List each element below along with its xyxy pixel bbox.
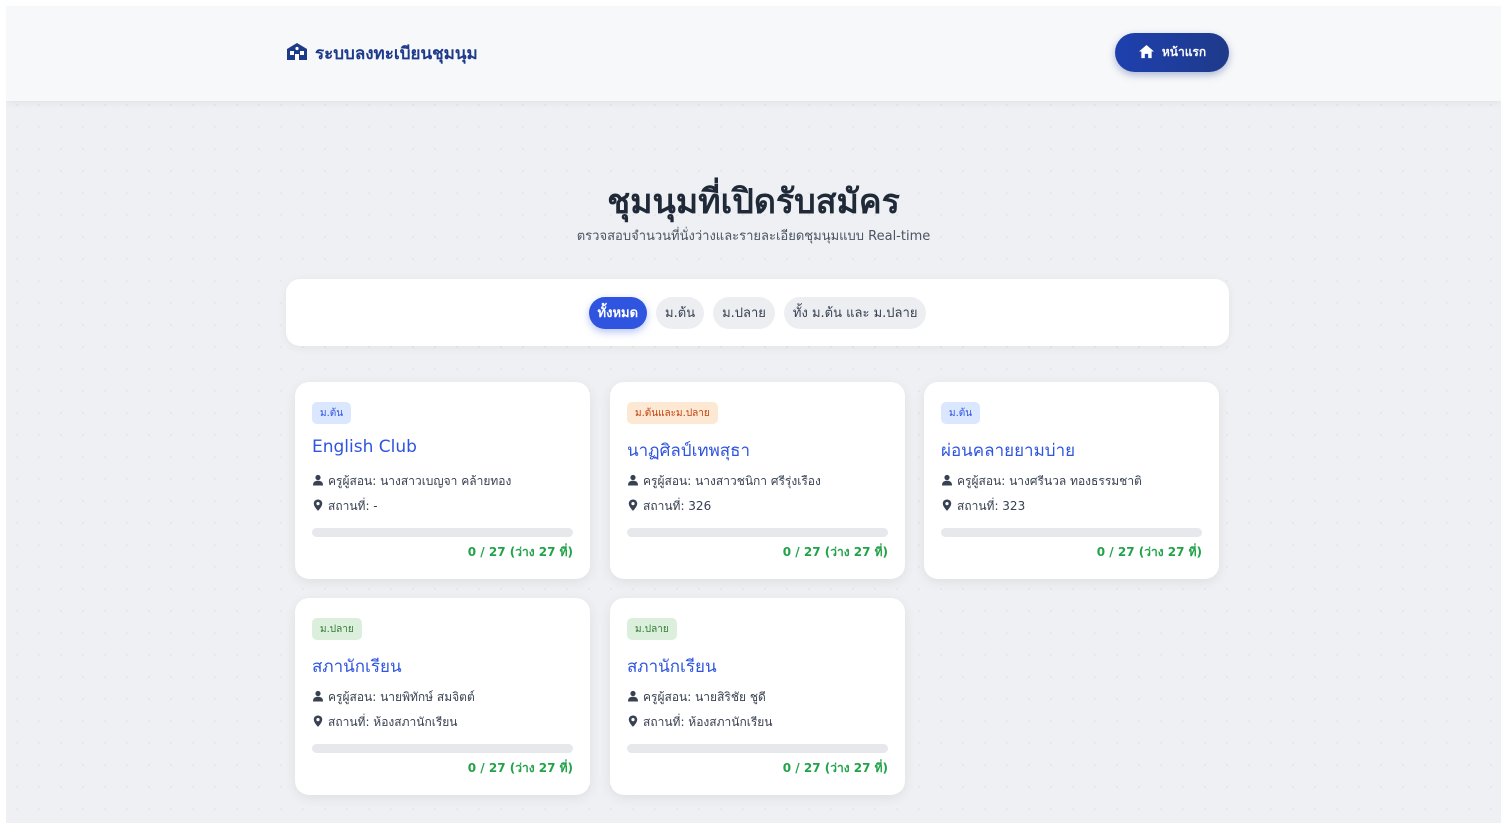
level-filter-bar: ทั้งหมด ม.ต้น ม.ปลาย ทั้ง ม.ต้น และ ม.ปล… xyxy=(286,279,1229,346)
page: ระบบลงทะเบียนชุมนุม หน้าแรก ชุมนุมที่เปิ… xyxy=(6,6,1501,823)
club-card[interactable]: ม.ต้น ผ่อนคลายยามบ่าย ครูผู้สอน: นางศรีน… xyxy=(924,382,1219,579)
user-icon xyxy=(941,474,953,489)
club-card[interactable]: ม.ปลาย สภานักเรียน ครูผู้สอน: นายสิริชัย… xyxy=(610,598,905,795)
club-title[interactable]: นาฏศิลป์เทพสุธา xyxy=(627,437,750,464)
place-row: สถานที่: - xyxy=(312,497,378,516)
teacher-name: ครูผู้สอน: นายสิริชัย ชูดี xyxy=(643,690,766,704)
place-text: สถานที่: 323 xyxy=(957,499,1026,513)
teacher-row: ครูผู้สอน: นางสาวเบญจา คล้ายทอง xyxy=(312,472,511,491)
map-pin-icon xyxy=(941,499,953,514)
page-title: ชุมนุมที่เปิดรับสมัคร xyxy=(607,182,900,222)
filter-senior-high-label: ม.ปลาย xyxy=(722,306,766,321)
club-title[interactable]: English Club xyxy=(312,437,417,457)
user-icon xyxy=(627,690,639,705)
map-pin-icon xyxy=(312,499,324,514)
home-button[interactable]: หน้าแรก xyxy=(1115,33,1229,72)
seat-progress-bar xyxy=(312,744,573,753)
club-title[interactable]: สภานักเรียน xyxy=(627,653,717,680)
seat-count: 0 / 27 (ว่าง 27 ที่) xyxy=(782,761,888,775)
club-title[interactable]: ผ่อนคลายยามบ่าย xyxy=(941,437,1075,464)
teacher-name: ครูผู้สอน: นางศรีนวล ทองธรรมชาติ xyxy=(957,474,1142,488)
level-badge: ม.ต้นและม.ปลาย xyxy=(627,402,718,424)
user-icon xyxy=(627,474,639,489)
brand-logo-link[interactable]: ระบบลงทะเบียนชุมนุม xyxy=(285,40,478,67)
teacher-row: ครูผู้สอน: นายสิริชัย ชูดี xyxy=(627,688,766,707)
map-pin-icon xyxy=(312,715,324,730)
seat-count: 0 / 27 (ว่าง 27 ที่) xyxy=(1096,545,1202,559)
teacher-row: ครูผู้สอน: นางสาวชนิกา ศรีรุ่งเรือง xyxy=(627,472,821,491)
teacher-row: ครูผู้สอน: นางศรีนวล ทองธรรมชาติ xyxy=(941,472,1142,491)
level-badge: ม.ปลาย xyxy=(627,618,677,640)
filter-junior-high-label: ม.ต้น xyxy=(665,306,696,321)
place-text: สถานที่: - xyxy=(328,499,378,513)
user-icon xyxy=(312,474,324,489)
place-text: สถานที่: ห้องสภานักเรียน xyxy=(643,715,773,729)
seat-progress-bar xyxy=(941,528,1202,537)
home-button-label: หน้าแรก xyxy=(1161,45,1207,59)
filter-both-levels[interactable]: ทั้ง ม.ต้น และ ม.ปลาย xyxy=(783,296,927,329)
filter-both-levels-label: ทั้ง ม.ต้น และ ม.ปลาย xyxy=(792,306,918,321)
map-pin-icon xyxy=(627,715,639,730)
teacher-name: ครูผู้สอน: นางสาวชนิกา ศรีรุ่งเรือง xyxy=(643,474,821,488)
place-row: สถานที่: 326 xyxy=(627,497,711,516)
seat-count: 0 / 27 (ว่าง 27 ที่) xyxy=(782,545,888,559)
filter-all-label: ทั้งหมด xyxy=(597,306,639,321)
home-icon xyxy=(1138,44,1155,62)
seat-progress-bar xyxy=(627,744,888,753)
club-card[interactable]: ม.ต้นและม.ปลาย นาฏศิลป์เทพสุธา ครูผู้สอน… xyxy=(610,382,905,579)
user-icon xyxy=(312,690,324,705)
club-card[interactable]: ม.ต้น English Club ครูผู้สอน: นางสาวเบญจ… xyxy=(295,382,590,579)
level-badge: ม.ปลาย xyxy=(312,618,362,640)
school-building-icon xyxy=(285,41,309,66)
filter-senior-high[interactable]: ม.ปลาย xyxy=(713,296,775,329)
top-navbar: ระบบลงทะเบียนชุมนุม หน้าแรก xyxy=(6,6,1501,101)
map-pin-icon xyxy=(627,499,639,514)
seat-progress-bar xyxy=(627,528,888,537)
brand-title: ระบบลงทะเบียนชุมนุม xyxy=(315,44,478,64)
place-row: สถานที่: 323 xyxy=(941,497,1025,516)
filter-all[interactable]: ทั้งหมด xyxy=(588,296,648,329)
teacher-name: ครูผู้สอน: นายพิทักษ์ สมจิตต์ xyxy=(328,690,475,704)
level-badge: ม.ต้น xyxy=(312,402,352,424)
seat-count: 0 / 27 (ว่าง 27 ที่) xyxy=(467,545,573,559)
level-badge: ม.ต้น xyxy=(941,402,981,424)
seat-progress-bar xyxy=(312,528,573,537)
place-row: สถานที่: ห้องสภานักเรียน xyxy=(312,713,458,732)
seat-count: 0 / 27 (ว่าง 27 ที่) xyxy=(467,761,573,775)
teacher-row: ครูผู้สอน: นายพิทักษ์ สมจิตต์ xyxy=(312,688,475,707)
page-subtitle: ตรวจสอบจำนวนที่นั่งว่างและรายละเอียดชุมน… xyxy=(576,229,931,244)
filter-junior-high[interactable]: ม.ต้น xyxy=(656,296,705,329)
club-title[interactable]: สภานักเรียน xyxy=(312,653,402,680)
teacher-name: ครูผู้สอน: นางสาวเบญจา คล้ายทอง xyxy=(328,474,512,488)
club-card[interactable]: ม.ปลาย สภานักเรียน ครูผู้สอน: นายพิทักษ์… xyxy=(295,598,590,795)
place-text: สถานที่: 326 xyxy=(643,499,712,513)
place-row: สถานที่: ห้องสภานักเรียน xyxy=(627,713,773,732)
place-text: สถานที่: ห้องสภานักเรียน xyxy=(328,715,458,729)
